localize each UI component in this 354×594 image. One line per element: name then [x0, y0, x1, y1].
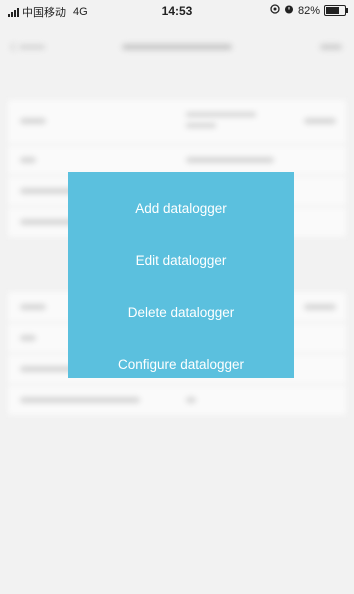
status-bar-right: 82% [270, 4, 348, 17]
battery-percent: 82% [297, 4, 320, 17]
nav-title [0, 42, 354, 55]
edit-datalogger-menu-item[interactable]: Edit datalogger [68, 253, 294, 268]
detail-row [8, 100, 346, 145]
location-icon [270, 4, 280, 17]
status-bar: 中国移动 4G 14:53 82% [0, 0, 354, 22]
add-datalogger-menu-item[interactable]: Add datalogger [68, 201, 294, 216]
nav-right-button [320, 42, 342, 55]
configure-datalogger-menu-item[interactable]: Configure datalogger [68, 357, 294, 372]
battery-icon [324, 5, 348, 16]
delete-datalogger-menu-item[interactable]: Delete datalogger [68, 305, 294, 320]
detail-row [8, 385, 346, 415]
nav-bar [0, 22, 354, 80]
alarm-icon [284, 4, 294, 17]
action-menu: Add datalogger Edit datalogger Delete da… [68, 172, 294, 378]
